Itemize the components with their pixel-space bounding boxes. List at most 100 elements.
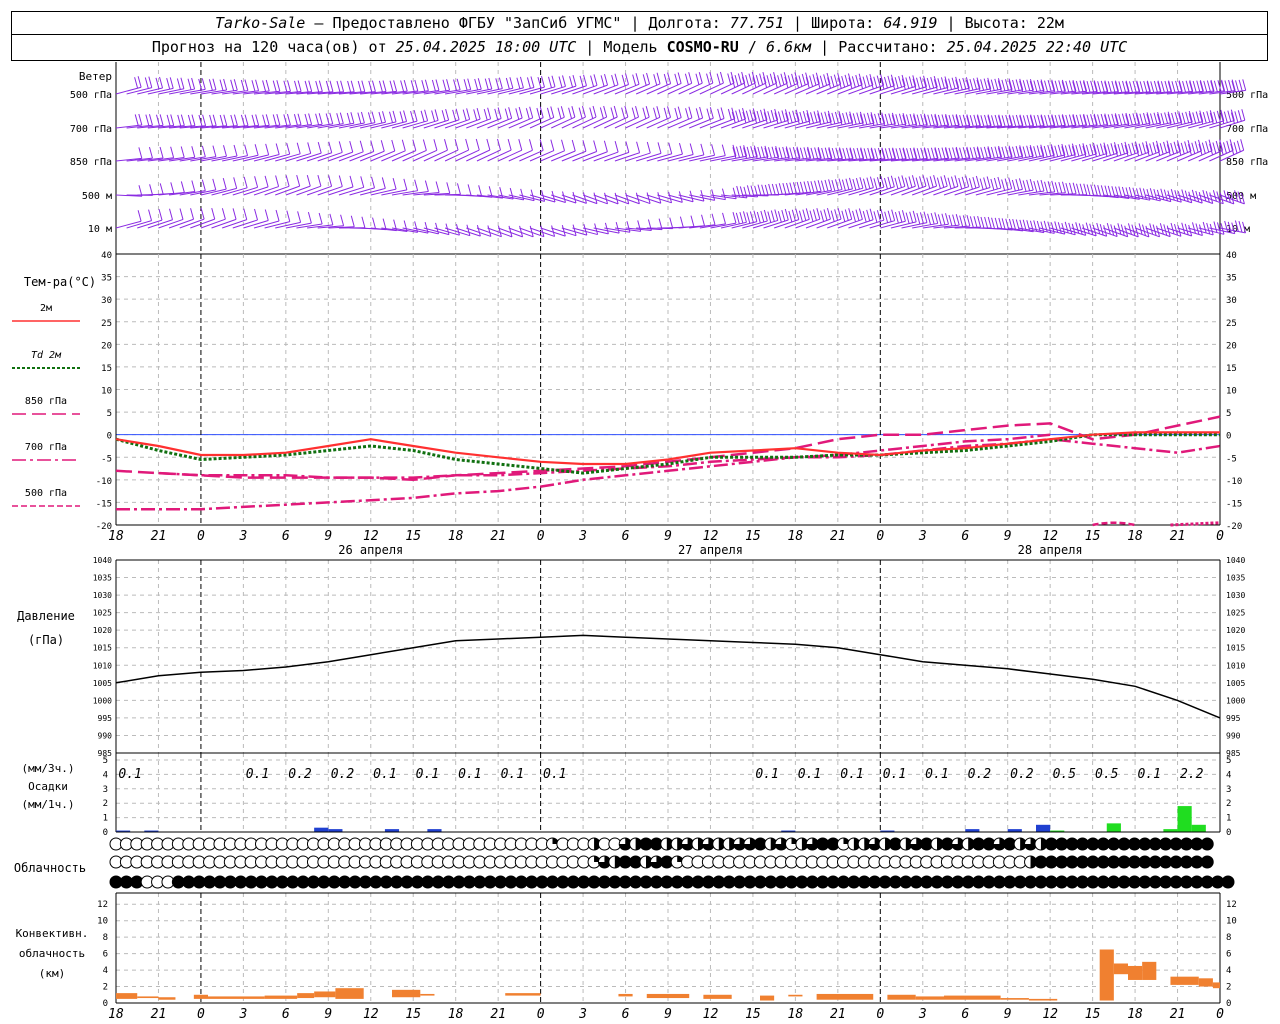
wind-barb-feather [400,80,405,92]
wind-barb-feather [1159,223,1164,235]
wind-barb-feather [698,72,703,84]
wind-barb-feather [948,214,953,227]
temp-legend-label: Td 2м [31,350,62,361]
wind-barb-feather [340,214,345,226]
wind-barb-feather [990,147,995,159]
wind-barb-staff [561,116,586,129]
wind-barb-feather [990,79,995,91]
wind-barb-feather [445,108,450,121]
wind-barb-feather [777,211,782,223]
wind-barb-feather [852,178,857,191]
wind-barb-feather [898,113,903,125]
wind-barb-feather [1170,189,1175,201]
conv-tick-label-right: 6 [1226,950,1231,960]
wind-barb-feather [901,175,906,187]
temp-tick-label-right: 10 [1226,387,1237,397]
wind-barb [381,139,406,162]
wind-barb-feather [346,112,351,125]
wind-barb-feather [1195,223,1200,235]
wind-barb-feather [980,115,985,127]
wind-barb-feather [233,177,238,189]
precip-tick-label-right: 2 [1226,799,1231,809]
wind-barb-feather [1036,79,1041,92]
conv-tick-label-right: 0 [1226,999,1231,1009]
wind-barb-feather [414,79,419,92]
wind-barb-feather [913,147,918,159]
wind-barb-feather [187,78,192,90]
wind-barb-feather [695,73,700,85]
wind-level-label: 850 гПа [70,157,112,168]
time-tick-label: 15 [405,529,421,544]
wind-barb-feather [336,113,341,125]
precip-3h-label: 0.1 [840,767,863,782]
wind-barb-feather [1100,80,1105,93]
wind-barb-feather [812,74,817,86]
wind-barb-feather [814,180,818,192]
wind-barb-feather [1202,112,1207,124]
conv-tick-label: 8 [103,933,108,943]
wind-barb-feather [653,74,658,86]
wind-barb-feather [393,80,398,92]
wind-barb-feather [984,216,989,229]
wind-barb-feather [621,107,626,119]
wind-barb-feather [824,111,829,123]
wind-barb-feather [593,140,598,152]
wind-barb-feather [735,110,740,122]
conv-bar [816,993,874,1000]
wind-barb-feather [973,114,978,127]
wind-barb [635,106,661,129]
wind-barb-feather [930,76,935,89]
wind-barb [338,140,364,162]
wind-barb-feather [830,75,835,88]
wind-barb-feather [1110,224,1115,236]
wind-barb-feather [894,77,899,89]
wind-barb-feather [1054,182,1059,194]
precip-3h-label: 0.1 [755,767,778,782]
precip-tick-label-right: 3 [1226,785,1231,795]
wind-barb-feather [614,140,619,153]
wind-barb-feather [421,80,426,92]
wind-barb-feather [476,224,481,237]
wind-barb-feather [1117,223,1122,235]
wind-barb-feather [536,107,541,120]
wind-barb-feather [895,148,900,160]
pressure-tick-label-right: 995 [1226,714,1241,723]
wind-barb-feather [1170,142,1175,155]
precip-tick-label-right: 4 [1226,770,1231,780]
wind-barb-feather [466,108,471,120]
wind-barb-feather [1157,80,1162,92]
wind-barb-staff [816,83,841,95]
wind-barb-feather [980,216,985,229]
temp-tick-label: 0 [107,432,112,442]
wind-barb-feather [1160,188,1165,200]
wind-barb-feather [803,181,808,193]
wind-barb-feather [497,225,502,237]
wind-barb-feather [898,76,903,88]
time-tick-label: 12 [363,529,379,544]
wind-barb-feather [841,210,846,222]
wind-barb-feather [1001,179,1006,191]
wind-barb-feather [1188,224,1193,237]
wind-barb-staff [848,84,874,95]
wind-barb-feather [159,183,164,195]
wind-barb-feather [913,148,918,160]
wind-barb-feather [1160,113,1165,125]
wind-barb [720,107,746,129]
wind-barb-feather [719,71,724,84]
wind-barb-feather [753,210,758,222]
wind-barb-feather [746,212,751,224]
wind-barb-feather [462,109,467,121]
precip-tick-label: 1 [103,814,108,824]
wind-barb-feather [1181,112,1186,124]
wind-barb-feather [1065,80,1070,93]
wind-barb [413,139,438,162]
wind-barb-feather [1131,224,1136,236]
wind-barb-feather [1012,79,1017,92]
wind-barb-feather [688,106,693,118]
wind-barb-staff [296,185,322,196]
pressure-tick-label-right: 990 [1226,731,1241,740]
wind-barb-feather [293,114,298,126]
wind-barb-feather [138,113,143,126]
wind-barb-feather [891,209,896,221]
wind-barb-feather [969,115,974,127]
